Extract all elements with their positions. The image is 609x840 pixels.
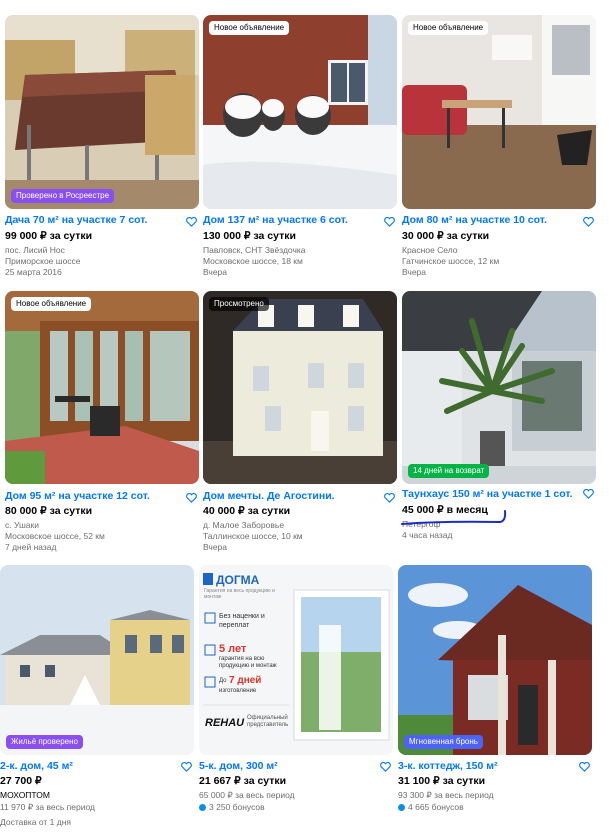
heart-icon[interactable] [186,214,197,227]
listing-price: 31 100 ₽ за сутки [398,775,486,787]
listing-location: с. Ушаки [5,520,40,530]
listing-direction: Таллинское шоссе, 10 км [203,531,303,541]
listing-date: 25 марта 2016 [5,267,62,277]
heart-icon[interactable] [583,486,594,499]
heart-icon[interactable] [583,214,594,227]
ad-feature-3: изготовление [219,688,257,694]
listing-date: Вчера [402,267,426,277]
ad-feature-3-prefix: До [219,678,227,684]
listing-date: 7 дней назад [5,542,57,552]
verified-housing-badge: Жильё проверено [6,735,83,749]
ad-feature-1: Без наценки и переплат [219,613,265,629]
listing-photo[interactable]: Новое объявление [5,291,199,484]
listing-direction: Московское шоссе, 52 км [5,531,105,541]
listing-title[interactable]: Таунхаус 150 м² на участке 1 сот. [402,488,573,500]
seller-name[interactable]: МОХОПТОМ [0,790,50,800]
bonus-text: 3 250 бонусов [209,802,265,812]
ad-partner-sub: Официальный представитель [247,715,289,728]
heart-icon[interactable] [384,490,395,503]
heart-icon[interactable] [579,759,590,772]
ad-banner[interactable]: ДОГМА Гарантия на весь продукцию и монта… [199,565,393,755]
listing-price: 27 700 ₽ [0,775,42,787]
underline-mark [401,510,507,525]
listing-photo[interactable]: Проверено в Росреестре [5,15,199,209]
listing-title[interactable]: Дом 95 м² на участке 12 сот. [5,490,150,502]
bonus-icon [398,804,405,811]
heart-icon[interactable] [380,759,391,772]
ad-partner-logo: REHAU [205,717,245,729]
listing-period-price: 65 000 ₽ за весь период [199,790,295,800]
ad-brand: ДОГМА [216,573,260,587]
return-badge: 14 дней на возврат [408,464,490,478]
heart-icon[interactable] [181,759,192,772]
new-listing-badge: Новое объявление [408,21,489,35]
listing-period-price: 11 970 ₽ за весь период [0,802,95,812]
heart-icon[interactable] [186,490,197,503]
bonus-line: 3 250 бонусов [199,802,265,812]
listing-period-price: 93 300 ₽ за весь период [398,790,494,800]
listing-title[interactable]: Дом мечты. Де Агостини. [203,490,335,502]
listing-date: Вчера [203,542,227,552]
listing-price: 130 000 ₽ за сутки [203,230,296,242]
bonus-line: 4 665 бонусов [398,802,464,812]
ad-feature-2-big: 5 лет [219,643,247,655]
listing-price: 99 000 ₽ за сутки [5,230,93,242]
listing-price: 40 000 ₽ за сутки [203,505,291,517]
listing-date: 4 часа назад [402,530,453,540]
listing-title[interactable]: 2-к. дом, 45 м² [0,760,73,772]
listing-direction: Приморское шоссе [5,256,81,266]
listing-photo[interactable]: Новое объявление [203,15,397,209]
listing-photo[interactable]: Мгновенная бронь [398,565,592,755]
listing-title[interactable]: Дом 137 м² на участке 6 сот. [203,214,348,226]
listing-location: д. Малое Заборовье [203,520,285,530]
instant-booking-badge: Мгновенная бронь [404,735,483,749]
bonus-icon [199,804,206,811]
listing-photo[interactable]: Просмотрено [203,291,397,484]
listing-title[interactable]: 5-к. дом, 300 м² [199,760,278,772]
listing-location: Павловск, СНТ Звёздочка [203,245,306,255]
bonus-text: 4 665 бонусов [408,802,464,812]
listing-title[interactable]: Дом 80 м² на участке 10 сот. [402,214,547,226]
ad-feature-2: гарантия на всю продукцию и монтаж [219,656,277,669]
ad-tagline: Гарантия на весь продукцию и монтаж [204,588,275,600]
listing-price: 30 000 ₽ за сутки [402,230,490,242]
new-listing-badge: Новое объявление [209,21,290,35]
viewed-badge: Просмотрено [209,297,269,311]
ad-feature-3-big: 7 дней [229,675,262,686]
listing-date: Вчера [203,267,227,277]
new-listing-badge: Новое объявление [11,297,92,311]
listing-direction: Московское шоссе, 18 км [203,256,303,266]
listing-location: пос. Лисий Нос [5,245,65,255]
listing-direction: Гатчинское шоссе, 12 км [402,256,500,266]
listing-title[interactable]: 3-к. коттедж, 150 м² [398,760,497,772]
listing-photo[interactable]: Новое объявление [402,15,596,209]
listing-title[interactable]: Дача 70 м² на участке 7 сот. [5,214,147,226]
listing-photo[interactable]: 14 дней на возврат [402,291,596,484]
heart-icon[interactable] [384,214,395,227]
verified-badge: Проверено в Росреестре [11,189,115,203]
listing-photo[interactable]: Жильё проверено [0,565,194,755]
listing-location: Красное Село [402,245,458,255]
listing-price: 80 000 ₽ за сутки [5,505,93,517]
listing-delivery: Доставка от 1 дня [0,817,72,827]
listing-price: 21 667 ₽ за сутки [199,775,287,787]
